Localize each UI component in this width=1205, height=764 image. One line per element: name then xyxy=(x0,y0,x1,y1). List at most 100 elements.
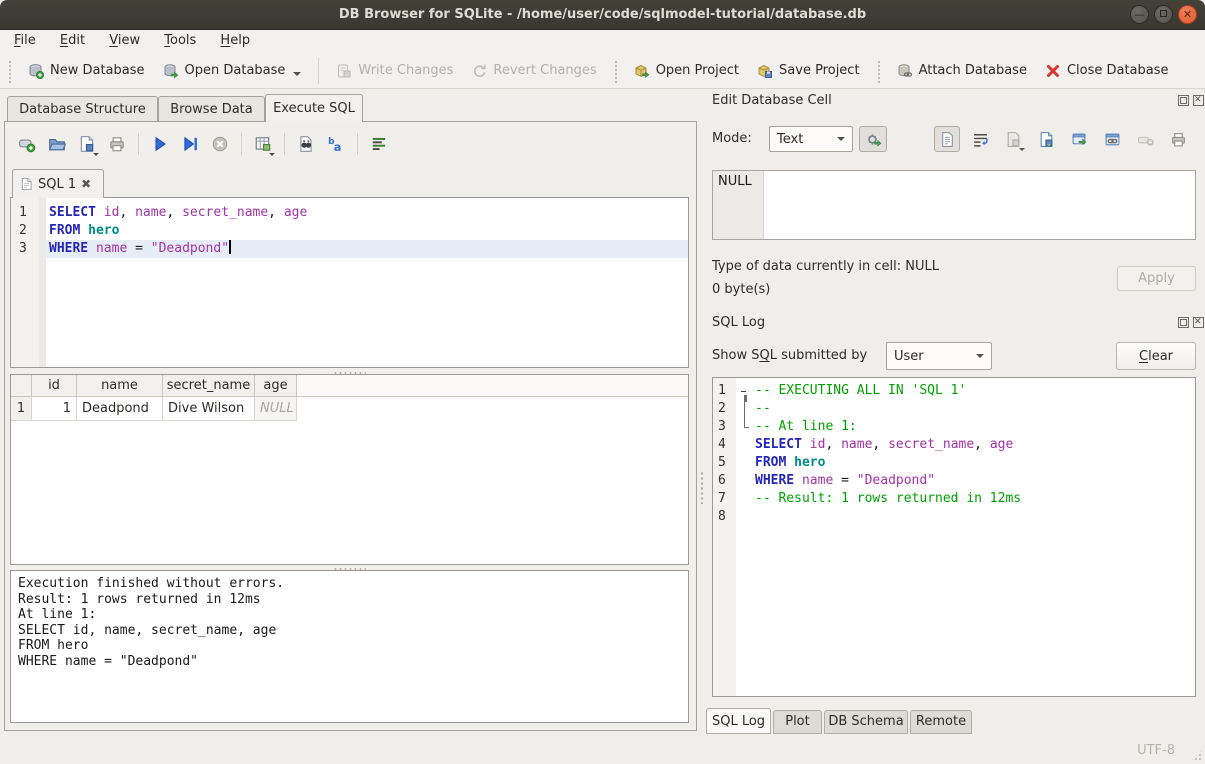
panel-splitter[interactable] xyxy=(699,470,704,504)
new-sql-tab-icon xyxy=(18,135,36,153)
cell-name[interactable]: Deadpond xyxy=(77,397,163,421)
sql-tab-close-icon[interactable]: ✖ xyxy=(81,177,91,191)
bottom-tab-plot[interactable]: Plot xyxy=(773,710,822,734)
stop-button[interactable] xyxy=(207,131,233,157)
toolbar-grip[interactable] xyxy=(876,59,881,83)
menu-edit[interactable]: Edit xyxy=(50,30,95,51)
close-database-button[interactable]: Close Database xyxy=(1036,58,1178,84)
edit-cell-dock-title: Edit Database Cell xyxy=(712,93,832,108)
column-header-id[interactable]: id xyxy=(32,375,77,397)
tab-browse-data[interactable]: Browse Data xyxy=(158,96,265,122)
format-sql-icon xyxy=(370,135,388,153)
sql-toolbar-separator xyxy=(241,133,242,155)
execute-all-button[interactable] xyxy=(147,131,173,157)
sql-tab-sql1[interactable]: SQL 1 ✖ xyxy=(12,169,104,198)
bottom-tab-remote[interactable]: Remote xyxy=(910,710,972,734)
save-sql-file-button[interactable] xyxy=(74,131,100,157)
cell-value: NULL xyxy=(718,174,752,189)
apply-button[interactable]: Apply xyxy=(1117,266,1196,291)
encoding-indicator: UTF-8 xyxy=(1137,743,1175,758)
open-project-button[interactable]: Open Project xyxy=(625,58,748,84)
bottom-tab-db-schema[interactable]: DB Schema xyxy=(824,710,908,734)
results-table[interactable]: id name secret_name age 1 1 Deadpond Div… xyxy=(10,374,689,565)
execute-line-button[interactable] xyxy=(177,131,203,157)
open-sql-file-button[interactable] xyxy=(44,131,70,157)
print-sql-button[interactable] xyxy=(104,131,130,157)
open-database-dropdown-icon[interactable] xyxy=(293,72,301,76)
tab-database-structure[interactable]: Database Structure xyxy=(7,96,158,122)
cell-age[interactable]: NULL xyxy=(255,397,297,421)
sql-editor[interactable]: 1SELECT id, name, secret_name, age2FROM … xyxy=(10,197,689,368)
auto-complete-button[interactable]: ba xyxy=(323,131,349,157)
export-dropdown-icon[interactable] xyxy=(269,153,275,156)
mode-select[interactable]: Text xyxy=(769,126,853,152)
save-cell-button[interactable] xyxy=(1000,126,1026,152)
sql-toolbar-separator xyxy=(357,133,358,155)
new-sql-tab-button[interactable] xyxy=(14,131,40,157)
auto-complete-icon: ba xyxy=(327,135,345,153)
set-null-button[interactable] xyxy=(1132,126,1158,152)
link-cell-button[interactable] xyxy=(1099,126,1125,152)
toolbar-separator xyxy=(318,58,319,84)
svg-text:a: a xyxy=(334,141,342,153)
bottom-tab-sql-log[interactable]: SQL Log xyxy=(706,708,771,734)
attach-database-button[interactable]: Attach Database xyxy=(888,58,1036,84)
menu-view[interactable]: View xyxy=(99,30,150,51)
row-number-cell[interactable]: 1 xyxy=(11,397,32,421)
column-header-age[interactable]: age xyxy=(255,375,297,397)
column-header-name[interactable]: name xyxy=(77,375,163,397)
line-number: 6 xyxy=(713,472,736,490)
mode-label: Mode: xyxy=(712,131,752,146)
import-cell-button[interactable] xyxy=(1033,126,1059,152)
print-cell-button[interactable] xyxy=(1165,126,1191,152)
new-database-button[interactable]: New Database xyxy=(19,58,154,84)
minimize-button[interactable]: — xyxy=(1130,5,1149,24)
text-mode-button[interactable] xyxy=(934,126,960,152)
menubar: File Edit View Tools Help xyxy=(0,30,1205,53)
cell-secret-name[interactable]: Dive Wilson xyxy=(163,397,255,421)
clear-log-button[interactable]: Clear xyxy=(1116,342,1196,370)
apply-data-button[interactable] xyxy=(859,126,887,152)
column-header-secret-name[interactable]: secret_name xyxy=(163,375,255,397)
sql-toolbar: ba xyxy=(14,131,392,157)
save-project-button[interactable]: Save Project xyxy=(748,58,869,84)
sql-log-view[interactable]: 1-- EXECUTING ALL IN 'SQL 1'2--3-- At li… xyxy=(712,377,1196,697)
header-filler xyxy=(297,375,688,397)
table-row[interactable]: 1 1 Deadpond Dive Wilson NULL xyxy=(11,397,688,421)
menu-help[interactable]: Help xyxy=(210,30,260,51)
cell-id[interactable]: 1 xyxy=(32,397,77,421)
float-dock-icon[interactable] xyxy=(1178,317,1189,328)
menu-tools[interactable]: Tools xyxy=(154,30,206,51)
toolbar-grip[interactable] xyxy=(7,59,12,83)
set-null-icon xyxy=(1137,131,1154,148)
export-results-button[interactable] xyxy=(250,131,276,157)
revert-changes-button[interactable]: Revert Changes xyxy=(462,58,605,84)
print-cell-icon xyxy=(1170,131,1187,148)
fold-marker-icon[interactable] xyxy=(736,418,752,436)
chevron-down-icon xyxy=(837,137,845,141)
sql-log-filter-select[interactable]: User xyxy=(886,342,992,370)
format-sql-button[interactable] xyxy=(366,131,392,157)
save-cell-dropdown-icon[interactable] xyxy=(1019,148,1025,151)
export-cell-button[interactable] xyxy=(1066,126,1092,152)
row-number-header[interactable] xyxy=(11,375,32,397)
word-wrap-button[interactable] xyxy=(967,126,993,152)
toolbar-grip[interactable] xyxy=(613,59,618,83)
menu-file[interactable]: File xyxy=(4,30,46,51)
maximize-button[interactable] xyxy=(1154,5,1173,24)
close-dock-icon[interactable] xyxy=(1193,317,1204,328)
open-database-button[interactable]: Open Database xyxy=(154,58,311,84)
float-dock-icon[interactable] xyxy=(1178,95,1189,106)
chevron-down-icon xyxy=(976,354,984,358)
titlebar[interactable]: DB Browser for SQLite - /home/user/code/… xyxy=(0,0,1205,30)
tab-execute-sql[interactable]: Execute SQL xyxy=(265,94,363,122)
fold-marker-icon[interactable] xyxy=(736,382,752,400)
fold-marker-icon[interactable] xyxy=(736,400,752,418)
resize-grip[interactable] xyxy=(1190,749,1203,762)
write-changes-button[interactable]: Write Changes xyxy=(327,58,462,84)
find-replace-button[interactable] xyxy=(293,131,319,157)
cell-value-editor[interactable]: NULL xyxy=(712,170,1196,240)
close-dock-icon[interactable] xyxy=(1193,95,1204,106)
save-sql-dropdown-icon[interactable] xyxy=(93,153,99,156)
close-button[interactable]: ✕ xyxy=(1178,5,1197,24)
